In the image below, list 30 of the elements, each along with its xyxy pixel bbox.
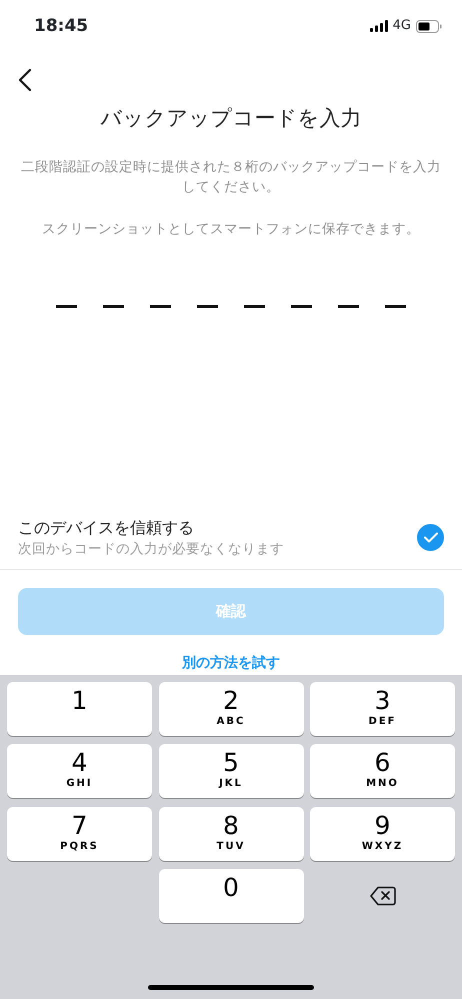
code-digit-slot[interactable]	[150, 305, 171, 308]
code-digit-slot[interactable]	[291, 305, 312, 308]
description-text: 二段階認証の設定時に提供された８桁のバックアップコードを入力してください。	[20, 158, 442, 197]
code-digit-slot[interactable]	[197, 305, 218, 308]
page-title: バックアップコードを入力	[100, 104, 362, 131]
note-text: スクリーンショットとしてスマートフォンに保存できます。	[41, 220, 421, 239]
keypad-key[interactable]: 8 TUV	[158, 806, 304, 861]
keypad-key[interactable]: 4 GHI	[7, 744, 152, 798]
trust-checkbox[interactable]	[417, 524, 444, 552]
keypad-key[interactable]: 0	[158, 869, 304, 924]
keypad-key[interactable]: 1	[7, 682, 152, 736]
battery-icon	[416, 20, 442, 32]
status-time: 18:45	[34, 15, 88, 38]
code-digit-slot[interactable]	[103, 305, 124, 308]
network-label: 4G	[392, 17, 411, 36]
check-icon	[424, 532, 438, 544]
keypad-key[interactable]: 5 JKL	[158, 744, 304, 798]
trust-device-hint: 次回からコードの入力が必要なくなります	[18, 540, 284, 559]
keypad-key[interactable]: 2 ABC	[158, 682, 304, 736]
keypad-key[interactable]: 6 MNO	[310, 744, 455, 798]
code-digit-slot[interactable]	[56, 305, 77, 308]
code-digit-slot[interactable]	[385, 305, 406, 308]
code-digit-slot[interactable]	[338, 305, 359, 308]
keypad-key[interactable]: 3 DEF	[310, 682, 455, 736]
keypad-key[interactable]: 7 PQRS	[7, 806, 152, 861]
code-digit-slot[interactable]	[244, 305, 265, 308]
backspace-icon	[370, 886, 396, 906]
keypad-key[interactable]: 9 WXYZ	[310, 806, 455, 861]
signal-icon	[370, 20, 388, 32]
trust-device-label: このデバイスを信頼する	[18, 516, 195, 539]
